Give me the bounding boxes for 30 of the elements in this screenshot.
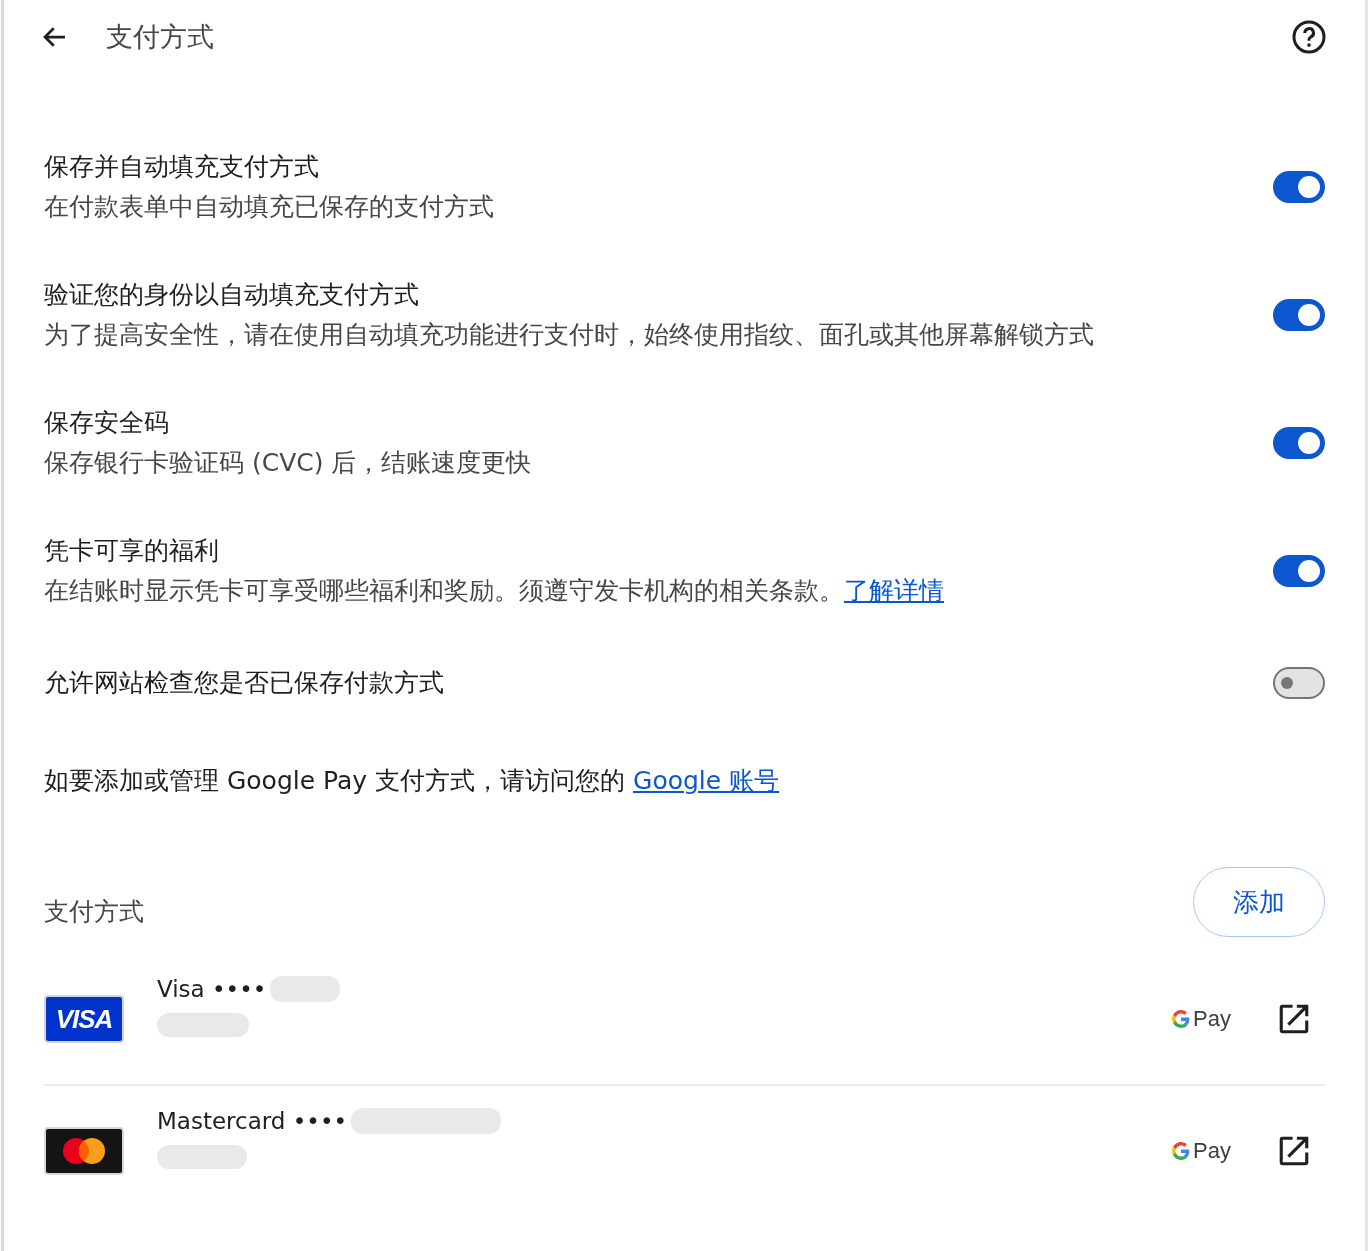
- page-title: 支付方式: [106, 20, 214, 54]
- setting-title: 保存并自动填充支付方式: [44, 151, 320, 183]
- google-pay-label: Pay: [1193, 1006, 1231, 1032]
- toggle-switch[interactable]: [1273, 667, 1325, 699]
- toggle-switch[interactable]: [1273, 427, 1325, 459]
- external-link-icon[interactable]: [1277, 1002, 1311, 1036]
- setting-title: 验证您的身份以自动填充支付方式: [44, 279, 420, 311]
- section-title: 支付方式: [44, 895, 144, 928]
- setting-title: 凭卡可享的福利: [44, 535, 220, 567]
- google-pay-label: Pay: [1193, 1138, 1231, 1164]
- toggle-switch[interactable]: [1273, 299, 1325, 331]
- external-link-icon[interactable]: [1277, 1134, 1311, 1168]
- google-g-icon: [1172, 1142, 1191, 1160]
- setting-description: 为了提高安全性，请在使用自动填充功能进行支付时，始终使用指纹、面孔或其他屏幕解锁方式: [44, 319, 1095, 351]
- setting-title: 允许网站检查您是否已保存付款方式: [44, 667, 445, 699]
- setting-description: 保存银行卡验证码 (CVC) 后，结账速度更快: [44, 447, 533, 479]
- google-account-link[interactable]: Google 账号: [633, 765, 780, 795]
- google-g-icon: [1172, 1010, 1191, 1028]
- help-icon[interactable]: [1291, 19, 1327, 55]
- toggle-switch[interactable]: [1273, 555, 1325, 587]
- learn-more-link[interactable]: 了解详情: [844, 576, 944, 605]
- add-button[interactable]: 添加: [1193, 867, 1325, 937]
- toggle-switch[interactable]: [1273, 171, 1325, 203]
- setting-description: 在付款表单中自动填充已保存的支付方式: [44, 191, 495, 223]
- google-pay-note: 如要添加或管理 Google Pay 支付方式，请访问您的 Google 账号: [44, 764, 780, 797]
- card-name: Visa ••••: [157, 975, 267, 1003]
- card-name: Mastercard ••••: [157, 1107, 347, 1135]
- setting-description: 在结账时显示凭卡可享受哪些福利和奖励。须遵守发卡机构的相关条款。了解详情: [44, 575, 945, 607]
- setting-title: 保存安全码: [44, 407, 170, 439]
- card-logo: VISA: [44, 995, 124, 1043]
